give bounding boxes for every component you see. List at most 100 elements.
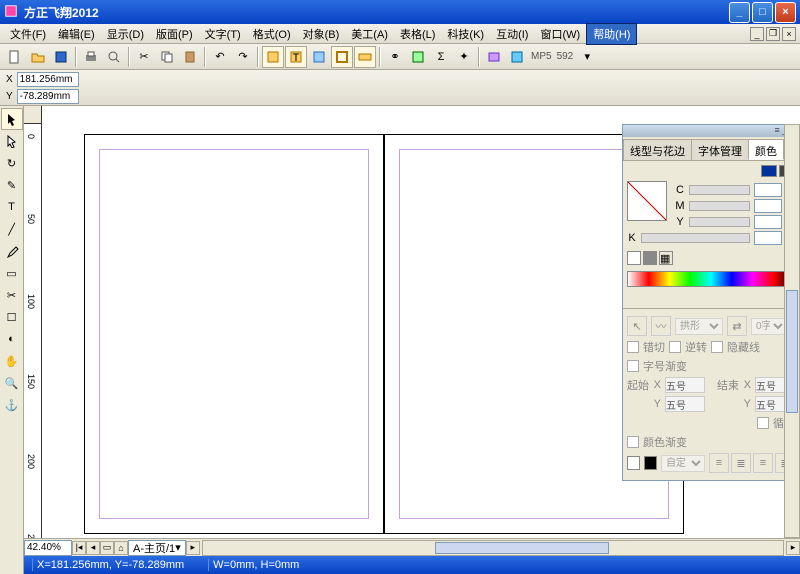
menu-help[interactable]: 帮助(H) (586, 23, 637, 45)
pen-tool[interactable]: ✎ (1, 174, 23, 196)
prev-page-button[interactable]: ◂ (86, 541, 100, 555)
next-page-button[interactable]: ▸ (186, 541, 200, 555)
spectrum-picker[interactable] (627, 271, 795, 287)
rotate-tool[interactable]: ↻ (1, 152, 23, 174)
line-tool[interactable]: ╱ (1, 218, 23, 240)
menu-object[interactable]: 对象(B) (297, 24, 346, 44)
tab-line-border[interactable]: 线型与花边 (623, 139, 692, 160)
frame-text-button[interactable] (262, 46, 284, 68)
paste-button[interactable] (179, 46, 201, 68)
y-input[interactable] (754, 215, 782, 229)
maximize-button[interactable]: □ (752, 2, 773, 23)
first-page-button[interactable]: |◂ (72, 541, 86, 555)
x-input[interactable] (17, 72, 79, 87)
m-input[interactable] (754, 199, 782, 213)
selection-tool[interactable] (1, 108, 23, 130)
hand-tool[interactable]: ✋ (1, 350, 23, 372)
miter-checkbox[interactable] (627, 341, 639, 353)
menu-tech[interactable]: 科技(K) (441, 24, 490, 44)
link-button[interactable]: ⚭ (384, 46, 406, 68)
anchor-tool[interactable]: ⚓ (1, 394, 23, 416)
export-button[interactable] (506, 46, 528, 68)
open-button[interactable] (27, 46, 49, 68)
text-tool-button[interactable]: T (285, 46, 307, 68)
mode-solid[interactable] (627, 251, 641, 265)
path-flip-icon[interactable]: ⇄ (727, 316, 747, 336)
object-tool-button[interactable] (354, 46, 376, 68)
align-center-button[interactable]: ≣ (731, 453, 751, 473)
script-button[interactable] (407, 46, 429, 68)
y-slider[interactable] (689, 217, 750, 227)
menu-layout[interactable]: 版面(P) (150, 24, 199, 44)
menu-table[interactable]: 表格(L) (394, 24, 441, 44)
offset-select[interactable]: 0字 (751, 318, 787, 335)
menu-edit[interactable]: 编辑(E) (52, 24, 101, 44)
type-tool[interactable]: T (1, 196, 23, 218)
size-gradient-checkbox[interactable] (627, 360, 639, 372)
y-input[interactable] (17, 89, 79, 104)
direct-select-tool[interactable] (1, 130, 23, 152)
master-page-icon[interactable]: ⌂ (114, 541, 128, 555)
align-right-button[interactable]: ≡ (753, 453, 773, 473)
formula-icon[interactable]: Σ (430, 46, 452, 68)
gradient-type-select[interactable]: 自定 (661, 455, 705, 472)
minimize-button[interactable]: _ (729, 2, 750, 23)
preview-button[interactable] (103, 46, 125, 68)
mode-gradient[interactable] (643, 251, 657, 265)
k-slider[interactable] (641, 233, 750, 243)
loop-checkbox[interactable] (757, 417, 769, 429)
menu-text[interactable]: 文字(T) (199, 24, 247, 44)
overflow-button[interactable]: ▾ (576, 46, 598, 68)
book-button[interactable] (483, 46, 505, 68)
menu-format[interactable]: 格式(O) (247, 24, 297, 44)
eyedropper-tool[interactable] (1, 240, 23, 262)
scissors-tool[interactable]: ✂ (1, 284, 23, 306)
zoom-input[interactable] (24, 540, 72, 556)
image-tool-button[interactable] (308, 46, 330, 68)
rectangle-tool[interactable]: ▭ (1, 262, 23, 284)
current-color-box[interactable] (627, 181, 667, 221)
save-button[interactable] (50, 46, 72, 68)
menu-art[interactable]: 美工(A) (345, 24, 394, 44)
menu-file[interactable]: 文件(F) (4, 24, 52, 44)
mode-pattern[interactable]: ▦ (659, 251, 673, 265)
menu-display[interactable]: 显示(D) (101, 24, 150, 44)
vertical-scrollbar[interactable] (784, 124, 800, 538)
cut-button[interactable]: ✂ (133, 46, 155, 68)
gradient-tool[interactable]: ◐ (1, 328, 23, 350)
copy-button[interactable] (156, 46, 178, 68)
path-curve-icon[interactable]: 〰 (651, 316, 671, 336)
frame-tool[interactable]: ☐ (1, 306, 23, 328)
grad-color-start[interactable] (627, 456, 640, 470)
start-y-input[interactable] (665, 396, 705, 412)
gear-button[interactable]: ✦ (453, 46, 475, 68)
vertical-ruler[interactable]: 0 50 100 150 200 250 (24, 124, 42, 574)
mdi-restore-button[interactable]: ❐ (766, 27, 780, 41)
close-button[interactable]: × (775, 2, 796, 23)
panel-grip[interactable]: ≡ _ × (623, 125, 799, 137)
ruler-origin[interactable] (24, 106, 42, 124)
c-input[interactable] (754, 183, 782, 197)
object-frame-button[interactable] (331, 46, 353, 68)
redo-button[interactable]: ↷ (232, 46, 254, 68)
zoom-tool[interactable]: 🔍 (1, 372, 23, 394)
tab-font-mgr[interactable]: 字体管理 (691, 139, 749, 160)
page-left[interactable] (84, 134, 384, 534)
page-thumb-icon[interactable]: ▭ (100, 541, 114, 555)
grad-color-end[interactable] (644, 456, 657, 470)
undo-button[interactable]: ↶ (209, 46, 231, 68)
swatch-fill[interactable] (761, 165, 777, 177)
new-button[interactable] (4, 46, 26, 68)
color-gradient-checkbox[interactable] (627, 436, 639, 448)
horizontal-scrollbar[interactable] (202, 540, 784, 556)
c-slider[interactable] (689, 185, 750, 195)
print-button[interactable] (80, 46, 102, 68)
scroll-right-button[interactable]: ▸ (786, 541, 800, 555)
page-dropdown-icon[interactable]: ▾ (175, 541, 181, 554)
hideline-checkbox[interactable] (711, 341, 723, 353)
mdi-minimize-button[interactable]: _ (750, 27, 764, 41)
k-input[interactable] (754, 231, 782, 245)
mdi-close-button[interactable]: × (782, 27, 796, 41)
menu-interactive[interactable]: 互动(I) (490, 24, 534, 44)
path-arrow-icon[interactable]: ↖ (627, 316, 647, 336)
